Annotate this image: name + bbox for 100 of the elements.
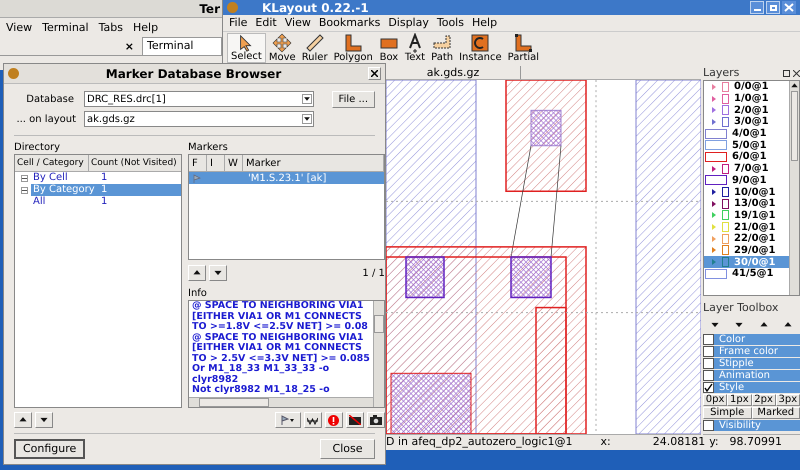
tool-button[interactable]: Ruler [298, 33, 331, 63]
tool-button[interactable]: Polygon [330, 33, 376, 63]
layer-item[interactable]: 1/0@1 [704, 92, 789, 104]
file-button[interactable]: File ... [332, 90, 375, 108]
database-dropdown[interactable]: DRC_RES.drc[1] [84, 91, 314, 107]
maximize-button[interactable] [766, 1, 780, 14]
menu-item[interactable]: Display [388, 14, 429, 32]
tool-button[interactable]: Select [227, 33, 266, 63]
tool-button[interactable]: Text [402, 33, 428, 63]
menu-item[interactable]: Help [132, 20, 158, 36]
mode-button[interactable]: Marked [752, 407, 800, 419]
menu-item[interactable]: Help [472, 14, 498, 32]
tab[interactable]: Terminal [142, 37, 222, 55]
column-header[interactable]: F [189, 155, 207, 171]
up-button[interactable] [14, 412, 32, 428]
configure-button[interactable]: Configure [14, 439, 86, 459]
layer-name: 9/0@1 [732, 174, 767, 188]
page-counter: 1 / 1 [362, 266, 385, 281]
menu-item[interactable]: Bookmarks [318, 14, 380, 32]
layer-item[interactable]: 4/0@1 [704, 128, 789, 140]
layer-item[interactable]: 21/0@1 [704, 221, 789, 233]
ruler-icon [304, 33, 325, 53]
checkbox[interactable] [703, 358, 714, 369]
close-tab-button[interactable]: × [124, 38, 134, 55]
close-button[interactable] [368, 67, 381, 80]
menu-item[interactable]: View [284, 14, 311, 32]
status-message: D in afeq_dp2_autozero_logic1@1 [386, 434, 572, 450]
layer-item[interactable]: 10/0@1 [704, 186, 789, 198]
camera-icon [370, 415, 382, 425]
layer-item[interactable]: 22/0@1 [704, 232, 789, 245]
float-icon[interactable] [783, 70, 790, 76]
layer-item[interactable]: 0/0@1 [704, 81, 789, 93]
layer-item[interactable]: 5/0@1 [704, 139, 789, 152]
section-title: Directory [14, 141, 62, 154]
close-icon[interactable] [793, 70, 800, 76]
menu-item[interactable]: File [229, 14, 248, 32]
layer-name: 6/0@1 [732, 150, 767, 164]
layer-name: 13/0@1 [734, 197, 776, 210]
layer-item[interactable]: 2/0@1 [704, 104, 789, 116]
layer-item[interactable]: 19/1@1 [704, 210, 789, 222]
layer-item[interactable]: 9/0@1 [704, 174, 789, 186]
up-button[interactable] [188, 265, 206, 282]
flag-icon [193, 174, 201, 182]
tool-button[interactable]: Path [428, 33, 456, 63]
down-button[interactable] [209, 265, 227, 282]
important-button[interactable] [324, 412, 343, 428]
layer-name: 22/0@1 [734, 232, 776, 246]
column-header[interactable]: Count (Not Visited) [89, 155, 181, 171]
tool-button[interactable]: Instance [456, 33, 505, 63]
layer-name: 10/0@1 [734, 186, 776, 198]
checkbox[interactable] [703, 420, 714, 431]
width-button[interactable]: 1px [727, 394, 752, 406]
checkbox[interactable] [703, 346, 714, 357]
mode-button[interactable]: Simple [703, 407, 752, 419]
layer-name: 5/0@1 [732, 138, 767, 152]
layer-item[interactable]: 7/0@1 [704, 162, 789, 174]
width-button[interactable]: 3px [776, 394, 800, 406]
menu-item[interactable]: Edit [255, 14, 277, 32]
menu-item[interactable]: View [6, 20, 32, 36]
checkbox[interactable] [703, 334, 714, 345]
tree-item[interactable]: By Cell 1 [31, 172, 181, 184]
tree-item[interactable]: All 1 [31, 196, 181, 208]
down-button[interactable] [35, 412, 53, 428]
menu-item[interactable]: Tabs [98, 20, 123, 36]
panel-title: Layers [703, 64, 740, 81]
scrollbar-thumb[interactable] [791, 91, 798, 161]
column-header[interactable]: Cell / Category [15, 155, 89, 171]
layout-dropdown[interactable]: ak.gds.gz [84, 111, 314, 127]
checkbox[interactable] [703, 382, 714, 393]
move-bottom-icon [710, 320, 720, 330]
remove-snapshot-button[interactable] [346, 412, 364, 428]
width-button[interactable]: 0px [703, 394, 728, 406]
flag-button[interactable] [274, 412, 301, 428]
layer-item[interactable]: 13/0@1 [704, 198, 789, 210]
app-logo-icon [227, 2, 238, 13]
horizontal-scrollbar[interactable] [189, 397, 373, 407]
menu-item[interactable]: Terminal [42, 20, 89, 36]
checkbox[interactable] [703, 370, 714, 381]
snapshot-button[interactable] [366, 412, 385, 428]
column-header[interactable]: W [225, 155, 243, 171]
layer-name: 29/0@1 [734, 244, 776, 258]
tool-button[interactable]: Box [376, 33, 402, 63]
tool-button[interactable]: Move [266, 33, 299, 63]
section-title: Info [188, 287, 208, 300]
menu-item[interactable]: Tools [436, 14, 464, 32]
column-header[interactable]: I [207, 155, 225, 171]
minimize-button[interactable] [750, 1, 764, 14]
tool-button[interactable]: Partial [504, 33, 542, 63]
field-label: Database [25, 92, 75, 106]
layer-item[interactable]: 3/0@1 [704, 116, 789, 128]
layer-item[interactable]: 6/0@1 [704, 151, 789, 163]
column-header[interactable]: Marker [243, 155, 384, 171]
vertical-scrollbar[interactable] [372, 301, 384, 407]
layer-name: 7/0@1 [734, 162, 769, 176]
waive-button[interactable] [304, 412, 322, 428]
layer-item[interactable]: 41/5@1 [704, 268, 789, 280]
width-button[interactable]: 2px [752, 394, 776, 406]
field-label: ... on layout [15, 112, 76, 126]
close-button[interactable]: Close [320, 439, 375, 459]
scrollbar[interactable] [789, 81, 799, 295]
